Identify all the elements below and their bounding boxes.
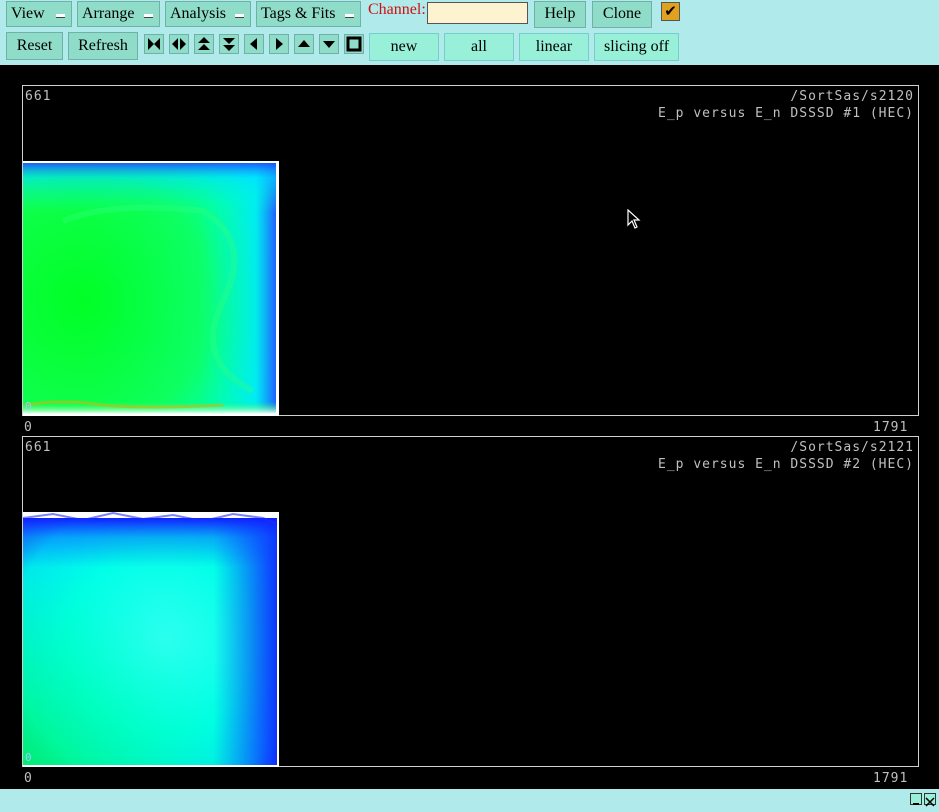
collapse-vertical-button[interactable] [219, 34, 239, 54]
arrange-menu-label: Arrange [82, 5, 135, 22]
histogram-title: E_p versus E_n DSSSD #2 (HEC) [658, 457, 914, 472]
spectrum-panel-2[interactable]: 661 /SortSas/s2121 E_p versus E_n DSSSD … [22, 436, 919, 767]
close-button[interactable] [924, 793, 936, 807]
spectrum-panel-1[interactable]: 661 /SortSas/s2120 E_p versus E_n DSSSD … [22, 85, 919, 416]
arrow-right-icon [276, 38, 283, 50]
refresh-button[interactable]: Refresh [68, 32, 138, 60]
plot-origin-label: 0 [25, 400, 32, 413]
checkmark-icon: ✔ [664, 2, 677, 20]
histogram-title: E_p versus E_n DSSSD #1 (HEC) [658, 106, 914, 121]
toolbar: View Arrange Analysis Tags & Fits Channe… [0, 0, 939, 65]
tags-fits-menu[interactable]: Tags & Fits [256, 1, 361, 27]
channel-label: Channel: [368, 1, 426, 18]
dropdown-mark-icon [345, 14, 354, 18]
collapse-horizontal-icon [148, 38, 160, 50]
analysis-menu-label: Analysis [170, 5, 226, 22]
expand-vertical-icon [198, 37, 210, 50]
arrow-right-button[interactable] [269, 34, 289, 54]
new-button[interactable]: new [369, 33, 439, 61]
histogram-path: /SortSas/s2120 [790, 89, 914, 104]
expand-vertical-button[interactable] [194, 34, 214, 54]
plot-origin-label: 0 [25, 751, 32, 764]
minimize-button[interactable] [910, 793, 922, 805]
mouse-pointer-icon [627, 209, 641, 229]
reset-button[interactable]: Reset [6, 32, 63, 60]
x-max-label: 1791 [873, 420, 909, 435]
close-icon [925, 797, 935, 807]
arrow-up-button[interactable] [294, 34, 314, 54]
histogram-path: /SortSas/s2121 [790, 440, 914, 455]
arrange-menu[interactable]: Arrange [77, 1, 160, 27]
full-range-button[interactable] [344, 34, 364, 54]
y-max-label: 661 [25, 440, 52, 455]
minimize-icon [913, 803, 919, 805]
options-checkbox[interactable]: ✔ [661, 2, 680, 21]
all-button[interactable]: all [444, 33, 514, 61]
help-button[interactable]: Help [534, 1, 586, 28]
2d-histogram-plot-2[interactable] [23, 512, 279, 767]
arrow-left-icon [250, 38, 257, 50]
collapse-vertical-icon [223, 38, 235, 51]
full-range-icon [346, 36, 362, 52]
arrow-up-icon [298, 40, 310, 47]
view-menu[interactable]: View [6, 1, 72, 27]
analysis-menu[interactable]: Analysis [165, 1, 251, 27]
collapse-horizontal-button[interactable] [144, 34, 164, 54]
arrow-left-button[interactable] [244, 34, 264, 54]
dropdown-mark-icon [56, 14, 65, 18]
status-bar [0, 789, 939, 812]
arrow-down-button[interactable] [319, 34, 339, 54]
channel-input[interactable] [427, 2, 528, 24]
view-menu-label: View [11, 5, 45, 22]
tags-fits-menu-label: Tags & Fits [261, 5, 336, 22]
slicing-toggle-button[interactable]: slicing off [594, 33, 679, 61]
clone-button[interactable]: Clone [592, 1, 652, 28]
linear-button[interactable]: linear [519, 33, 589, 61]
expand-horizontal-icon [172, 38, 186, 50]
x-min-label: 0 [24, 771, 33, 786]
y-max-label: 661 [25, 89, 52, 104]
x-max-label: 1791 [873, 771, 909, 786]
dropdown-mark-icon [235, 14, 244, 18]
dropdown-mark-icon [144, 14, 153, 18]
arrow-down-icon [323, 41, 335, 48]
2d-histogram-plot-1[interactable] [23, 161, 279, 416]
x-min-label: 0 [24, 420, 33, 435]
expand-horizontal-button[interactable] [169, 34, 189, 54]
